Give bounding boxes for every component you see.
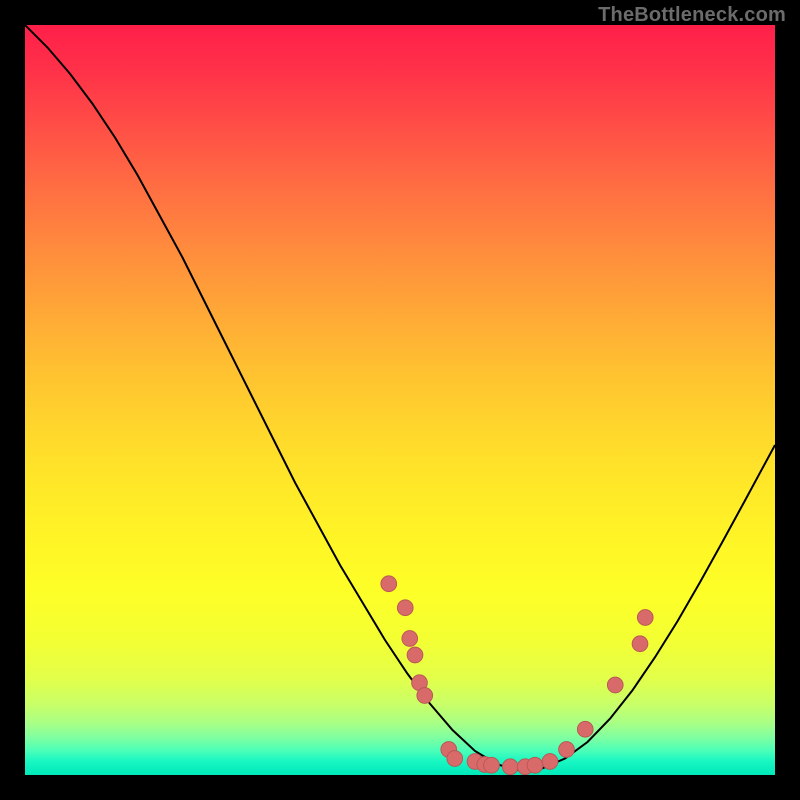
plot-area bbox=[25, 25, 775, 775]
data-point bbox=[559, 742, 575, 758]
data-point bbox=[632, 636, 648, 652]
data-point bbox=[397, 600, 413, 616]
data-point bbox=[407, 647, 423, 663]
data-point bbox=[447, 751, 463, 767]
data-point bbox=[577, 721, 593, 737]
data-point bbox=[527, 757, 543, 773]
data-markers bbox=[381, 576, 653, 775]
data-point bbox=[502, 759, 518, 775]
bottleneck-curve bbox=[25, 25, 775, 771]
attribution-text: TheBottleneck.com bbox=[598, 4, 786, 27]
curve-layer bbox=[25, 25, 775, 775]
data-point bbox=[607, 677, 623, 693]
chart-stage: TheBottleneck.com bbox=[0, 0, 800, 800]
data-point bbox=[484, 757, 500, 773]
data-point bbox=[637, 610, 653, 626]
data-point bbox=[381, 576, 397, 592]
data-point bbox=[542, 754, 558, 770]
data-point bbox=[417, 688, 433, 704]
data-point bbox=[402, 631, 418, 647]
